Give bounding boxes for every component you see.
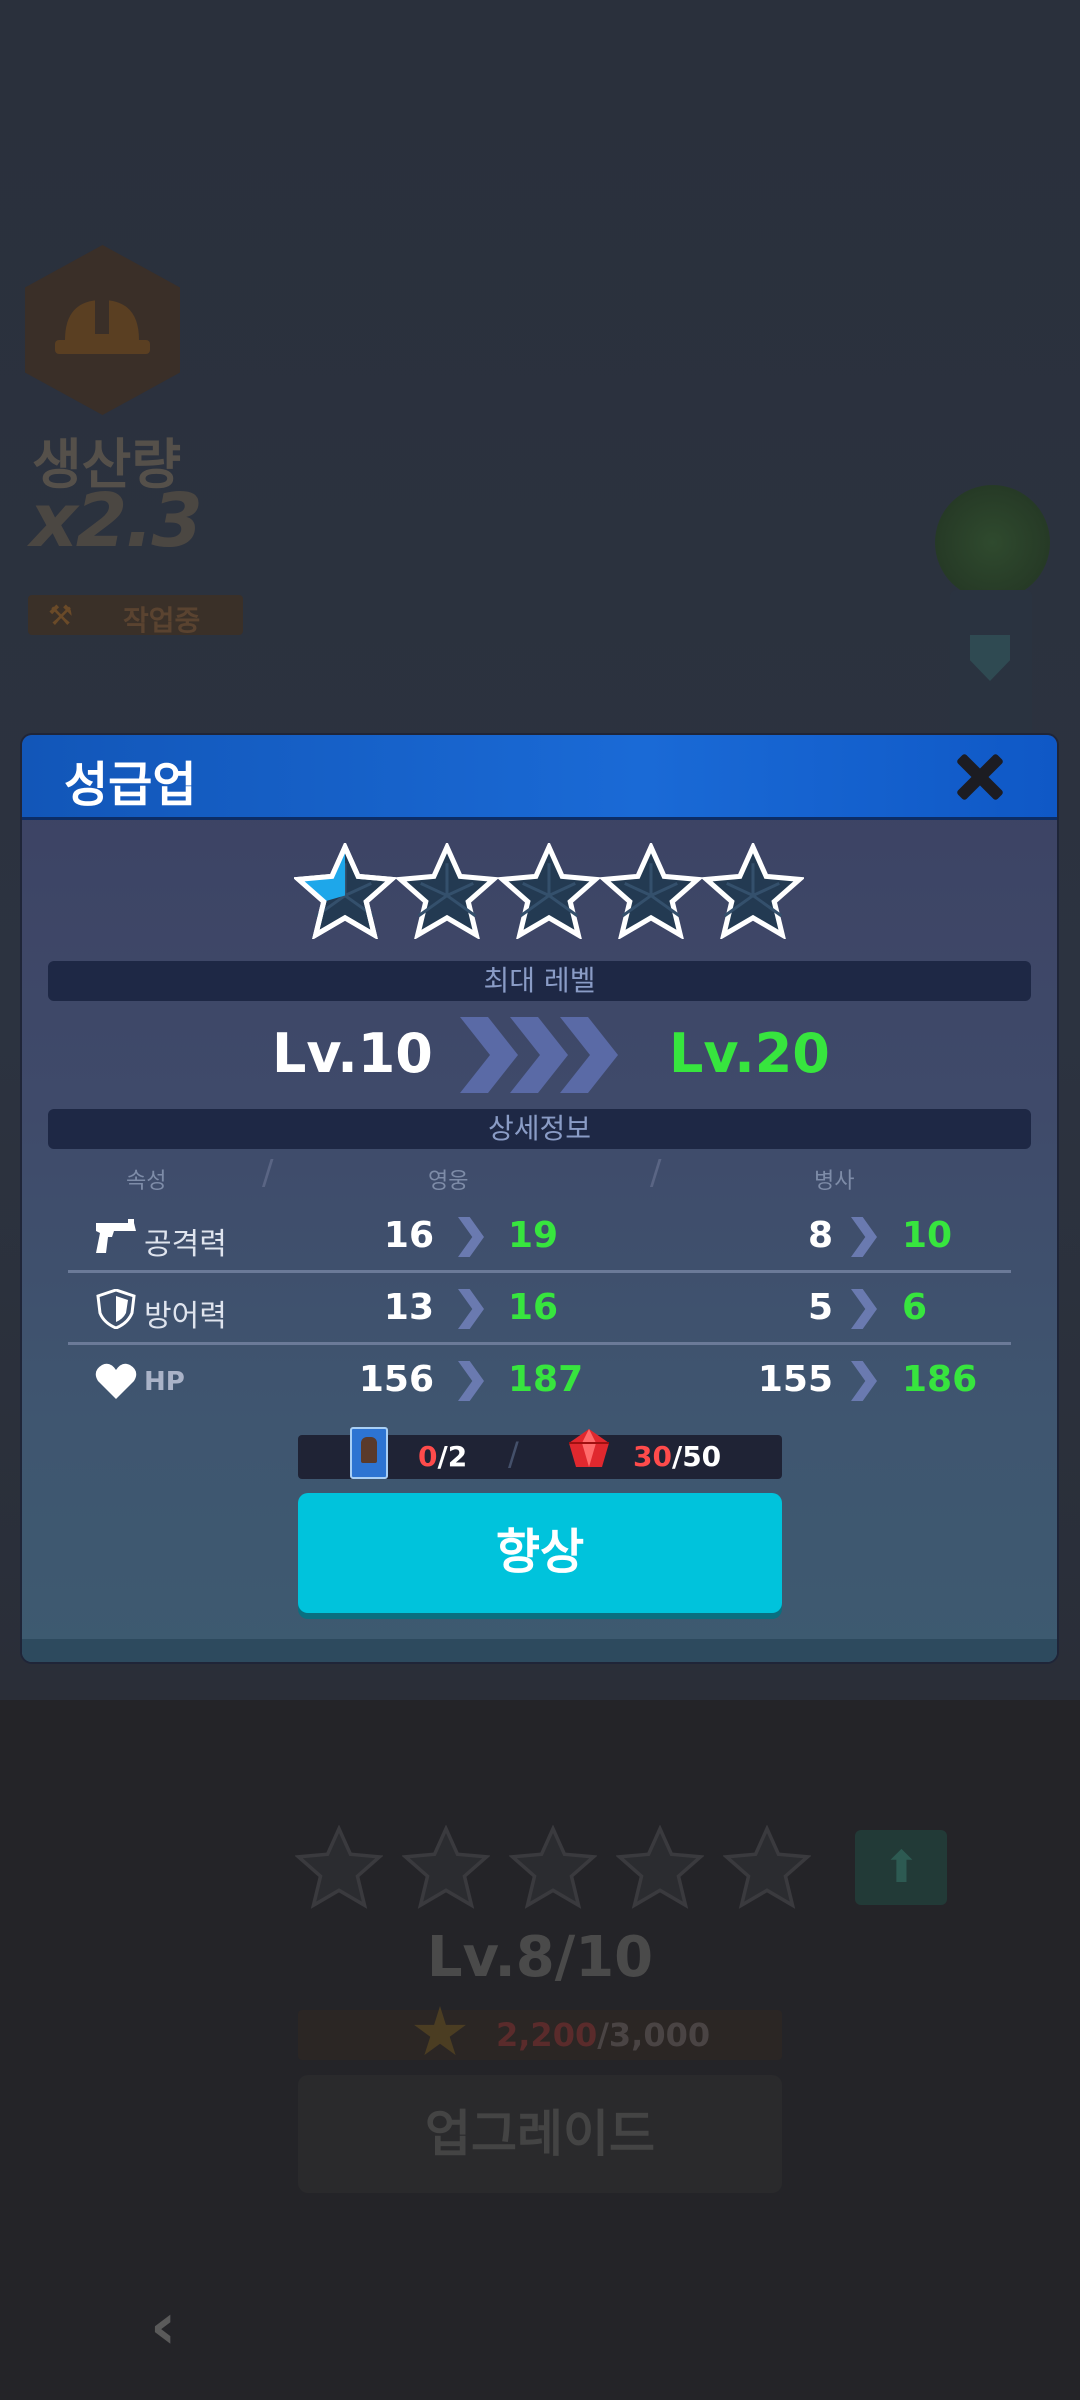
chevron-right-icon (851, 1361, 877, 1401)
work-status-badge: ⚒ 작업중 (28, 595, 243, 637)
star-icon (396, 843, 498, 939)
column-divider: / (650, 1153, 662, 1193)
background-level: Lv.8/10 (426, 1925, 654, 1990)
stat-name: 방어력 (144, 1299, 227, 1334)
star-rating (294, 843, 804, 939)
gun-icon (96, 1219, 136, 1253)
soldier-value-from: 5 (807, 1287, 833, 1328)
star-fill (298, 847, 345, 902)
close-button[interactable] (952, 749, 1008, 805)
soldier-value-from: 155 (757, 1359, 833, 1400)
max-level-header: 최대 레벨 (48, 961, 1031, 1001)
hero-value-to: 187 (508, 1359, 584, 1400)
hero-card-icon (350, 1427, 388, 1479)
star-icon (294, 843, 396, 939)
star-icon (600, 843, 702, 939)
side-panel (950, 590, 1032, 740)
dialog-header: 성급업 (22, 735, 1057, 820)
soldier-value-from: 8 (807, 1215, 833, 1256)
shield-icon (970, 635, 1010, 681)
triple-chevron-icon (460, 1017, 618, 1093)
chevron-right-icon (851, 1289, 877, 1329)
star-upgrade-dialog: 성급업 최대 레벨 Lv.10 Lv.20 상세정보 속성 / 영웅 / 병사 … (22, 735, 1057, 1662)
column-soldier: 병사 (814, 1169, 855, 1194)
work-status-text: 작업중 (123, 604, 201, 637)
soldier-value-to: 10 (902, 1215, 953, 1256)
hero-value-from: 16 (383, 1215, 434, 1256)
hero-value-from: 13 (383, 1287, 434, 1328)
enhance-button[interactable]: 향상 (298, 1493, 782, 1613)
upgrade-button: 업그레이드 (298, 2075, 782, 2193)
soldier-value-to: 186 (902, 1359, 978, 1400)
dialog-title: 성급업 (64, 757, 197, 813)
hammer-icon: ⚒ (48, 599, 74, 632)
hero-value-to: 16 (508, 1287, 559, 1328)
level-up-arrow-button: ⬆ (855, 1830, 947, 1905)
stat-name: HP (144, 1367, 185, 1397)
stat-row-hp: HP 156 187 155 186 (68, 1347, 1034, 1417)
star-icon (498, 843, 600, 939)
chevron-right-icon (851, 1217, 877, 1257)
column-attribute: 속성 (126, 1169, 167, 1194)
helmet-icon (55, 294, 150, 354)
back-arrow-icon: ‹ (150, 2290, 177, 2364)
globe-orb-icon (935, 485, 1050, 600)
chevron-right-icon (458, 1289, 484, 1329)
hero-value-to: 19 (508, 1215, 559, 1256)
chevron-right-icon (458, 1361, 484, 1401)
row-divider (68, 1270, 1011, 1273)
heart-icon (95, 1363, 137, 1399)
ruby-gem-icon (569, 1429, 609, 1467)
gem-cost-text: 30/50 (633, 1440, 722, 1473)
star-coin-icon (414, 2006, 466, 2056)
background-cost-bar: 2,200/3,000 (298, 2006, 782, 2060)
cost-bar: 0/2 / 30/50 (298, 1427, 782, 1479)
hero-value-from: 156 (358, 1359, 434, 1400)
shield-icon (96, 1289, 136, 1329)
background-stars (294, 1824, 825, 1913)
star-icon (722, 1824, 813, 1909)
star-icon (508, 1824, 598, 1909)
background-cost-text: 2,200/3,000 (496, 2016, 711, 2054)
star-icon (615, 1824, 705, 1909)
soldier-value-to: 6 (902, 1287, 928, 1328)
production-multiplier: x2.3 (30, 478, 203, 564)
stat-row-defense: 방어력 13 16 5 6 (68, 1275, 1034, 1345)
stat-row-attack: 공격력 16 19 8 10 (68, 1203, 1034, 1273)
stat-name: 공격력 (144, 1227, 227, 1262)
column-divider: / (262, 1153, 274, 1193)
up-arrow-icon: ⬆ (883, 1842, 920, 1893)
cost-divider: / (508, 1435, 519, 1473)
chevron-right-icon (458, 1217, 484, 1257)
column-hero: 영웅 (428, 1169, 469, 1194)
row-divider (68, 1342, 1011, 1345)
dialog-footer (22, 1639, 1057, 1662)
star-icon (702, 843, 804, 939)
star-icon (294, 1824, 384, 1909)
level-to: Lv.20 (669, 1022, 830, 1085)
star-icon (401, 1824, 491, 1909)
level-from: Lv.10 (272, 1022, 433, 1085)
details-header: 상세정보 (48, 1109, 1031, 1149)
card-cost-text: 0/2 (418, 1440, 468, 1473)
